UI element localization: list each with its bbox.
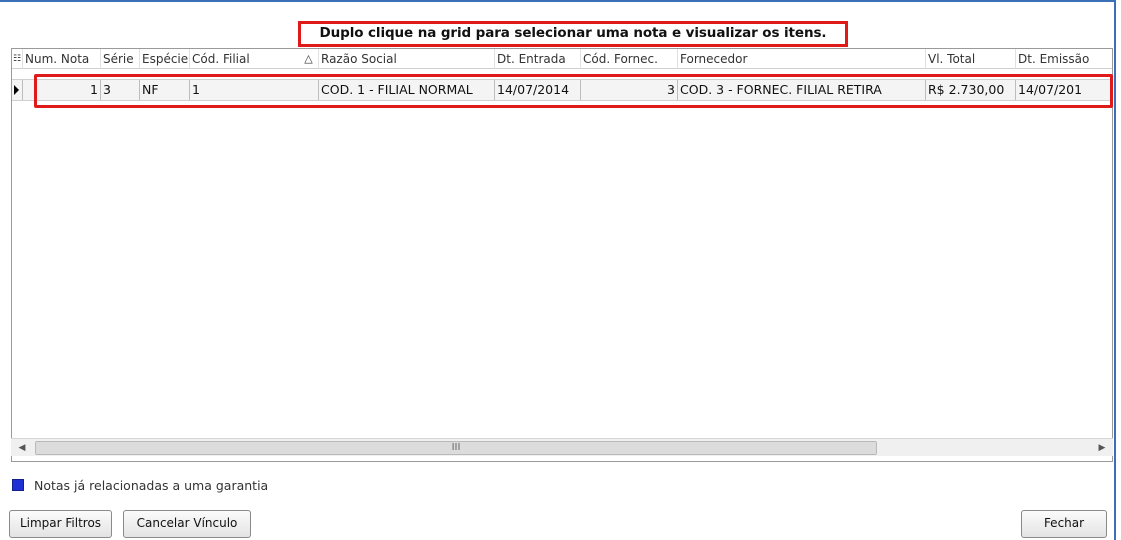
- column-selector-icon[interactable]: ☷: [12, 49, 23, 69]
- cell-serie[interactable]: 3: [101, 80, 140, 100]
- grid-header: ☷ Num. Nota Série Espécie Cód. Filial △ …: [12, 49, 1112, 69]
- fechar-button[interactable]: Fechar: [1021, 510, 1107, 538]
- cell-vl-total[interactable]: R$ 2.730,00: [926, 80, 1016, 100]
- header-dt-entrada[interactable]: Dt. Entrada: [495, 49, 581, 69]
- cell-dt-emissao[interactable]: 14/07/201: [1016, 80, 1112, 100]
- header-num-nota[interactable]: Num. Nota: [23, 49, 101, 69]
- cell-dt-entrada[interactable]: 14/07/2014: [495, 80, 581, 100]
- header-cod-fornec[interactable]: Cód. Fornec.: [581, 49, 678, 69]
- horizontal-scrollbar[interactable]: ◀ III ▶: [11, 438, 1113, 456]
- cell-especie[interactable]: NF: [140, 80, 190, 100]
- cell-num-nota[interactable]: 1: [23, 80, 101, 100]
- current-row-indicator-icon: [12, 80, 23, 100]
- notes-grid[interactable]: ☷ Num. Nota Série Espécie Cód. Filial △ …: [11, 48, 1113, 462]
- dialog-window: Duplo clique na grid para selecionar uma…: [0, 0, 1116, 540]
- legend-color-swatch: [12, 479, 24, 491]
- limpar-filtros-button[interactable]: Limpar Filtros: [9, 510, 112, 538]
- scroll-right-icon[interactable]: ▶: [1091, 439, 1113, 457]
- legend: Notas já relacionadas a uma garantia: [12, 478, 268, 494]
- header-especie[interactable]: Espécie: [140, 49, 190, 69]
- legend-label: Notas já relacionadas a uma garantia: [34, 478, 269, 493]
- cancelar-vinculo-button[interactable]: Cancelar Vínculo: [123, 510, 251, 538]
- scroll-left-icon[interactable]: ◀: [11, 439, 33, 457]
- header-razao-social[interactable]: Razão Social: [319, 49, 495, 69]
- cell-fornecedor[interactable]: COD. 3 - FORNEC. FILIAL RETIRA: [678, 80, 926, 100]
- header-vl-total[interactable]: Vl. Total: [926, 49, 1016, 69]
- cell-cod-fornec[interactable]: 3: [581, 80, 678, 100]
- cell-razao-social[interactable]: COD. 1 - FILIAL NORMAL: [319, 80, 495, 100]
- header-cod-filial[interactable]: Cód. Filial: [190, 49, 297, 69]
- header-dt-emissao[interactable]: Dt. Emissão: [1016, 49, 1112, 69]
- instruction-banner: Duplo clique na grid para selecionar uma…: [298, 21, 848, 47]
- table-row[interactable]: 1 3 NF 1 COD. 1 - FILIAL NORMAL 14/07/20…: [12, 79, 1112, 101]
- sort-ascending-icon[interactable]: △: [297, 49, 319, 69]
- header-serie[interactable]: Série: [101, 49, 140, 69]
- header-fornecedor[interactable]: Fornecedor: [678, 49, 926, 69]
- cell-cod-filial[interactable]: 1: [190, 80, 319, 100]
- scrollbar-thumb[interactable]: III: [35, 441, 877, 455]
